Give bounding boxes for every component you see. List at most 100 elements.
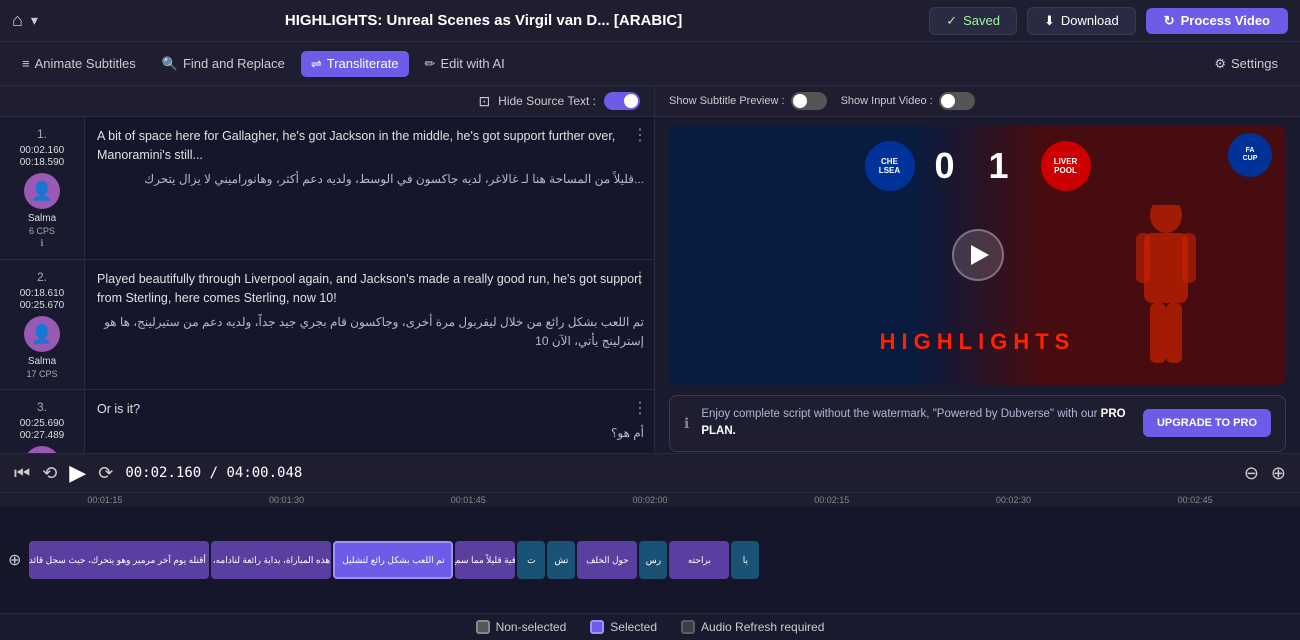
timeline-ruler: 00:01:15 00:01:30 00:01:45 00:02:00 00:0… [0,493,1300,507]
show-subtitle-preview-label: Show Subtitle Preview : [669,92,827,110]
saved-label: Saved [963,13,1000,28]
transliterate-label: Transliterate [327,56,399,71]
zoom-in-button[interactable]: ⊕ [1271,463,1286,484]
subtitle-time-end: 00:25.670 [20,300,65,311]
track-segment-selected[interactable]: تم اللعب بشكل رائع لتشليل [333,541,453,579]
download-icon: ⬇ [1044,13,1055,29]
animate-label: Animate Subtitles [35,56,136,71]
track-content: صوت في أقنله يوم آخر مرمير وهو يتحرك، حي… [29,541,1300,579]
subtitle-meta: 3. 00:25.690 00:27.489 👤 Salma 3 CPS [0,390,85,453]
process-video-button[interactable]: ↻ Process Video [1146,8,1288,34]
subtitle-arabic-text: تم اللعب بشكل رائع من خلال ليفربول مرة أ… [97,313,644,351]
subtitle-number: 3. [37,400,47,414]
subtitle-meta: 1. 00:02.160 00:18.590 👤 Salma 6 CPS ℹ [0,117,85,259]
input-video-toggle[interactable] [939,92,975,110]
avatar: 👤 [24,173,60,209]
home-button[interactable]: ⌂ [12,10,23,31]
track-segment[interactable]: هذه المباراة، بداية رائعة لنادامه، [211,541,331,579]
more-options-button[interactable]: ⋮ [632,398,648,418]
forward-button[interactable]: ⟳ [98,463,113,484]
play-pause-button[interactable]: ▶ [69,460,86,486]
process-label: Process Video [1181,13,1270,28]
edit-ai-button[interactable]: ✏ Edit with AI [415,51,515,77]
info-icon: ℹ [40,238,43,249]
expand-chevron-button[interactable]: ▾ [31,12,38,29]
ruler-mark: 00:02:30 [923,495,1105,505]
edit-ai-label: Edit with AI [440,56,504,71]
speaker-name: Salma [28,356,56,367]
play-button-large[interactable] [952,229,1004,281]
playback-bar: ⏮ ⟲ ▶ ⟳ 00:02.160 / 04:00.048 ⊖ ⊕ [0,454,1300,493]
subtitle-preview-toggle[interactable] [791,92,827,110]
audio-refresh-dot [681,620,695,634]
subtitle-number: 2. [37,270,47,284]
cps-badge: 17 CPS [26,369,57,379]
zoom-out-button[interactable]: ⊖ [1244,463,1259,484]
video-controls-bar: Show Subtitle Preview : Show Input Video… [655,86,1300,117]
track-segment[interactable]: حول الخلف [577,541,637,579]
subtitle-arabic-text: ...قليلاً من المساحة هنا لـ غالاغر، لديه… [97,170,644,189]
track-segment[interactable]: تش [547,541,575,579]
process-icon: ↻ [1164,13,1175,29]
speaker-name: Salma [28,213,56,224]
upgrade-text: Enjoy complete script without the waterm… [701,406,1131,441]
video-play-overlay [669,125,1286,385]
subtitle-time-end: 00:18.590 [20,157,65,168]
timeline-tracks: ⊕ صوت في أقنله يوم آخر مرمير وهو يتحرك، … [0,507,1300,613]
top-bar: ⌂ ▾ HIGHLIGHTS: Unreal Scenes as Virgil … [0,0,1300,42]
preview-area: CHELSEA 0 1 LIVERPOOL HIGHLIGHTS FACUP [655,117,1300,453]
show-input-video-label: Show Input Video : [841,92,975,110]
toolbar: ≡ Animate Subtitles 🔍 Find and Replace ⇌… [0,42,1300,86]
subtitles-list: 1. 00:02.160 00:18.590 👤 Salma 6 CPS ℹ ⋮… [0,117,654,453]
non-selected-dot [476,620,490,634]
hide-source-icon: ⊡ [478,93,490,110]
subtitle-content[interactable]: ⋮ Played beautifully through Liverpool a… [85,260,654,389]
skip-back-button[interactable]: ⏮ [14,463,30,484]
track-segment[interactable]: صوت في أقنله يوم آخر مرمير وهو يتحرك، حي… [29,541,209,579]
track-segment[interactable]: رس [639,541,667,579]
avatar: 👤 [24,316,60,352]
track-left-button[interactable]: ⊕ [0,550,29,570]
top-bar-actions: ✓ Saved ⬇ Download ↻ Process Video [929,7,1288,35]
timeline-section: ⏮ ⟲ ▶ ⟳ 00:02.160 / 04:00.048 ⊖ ⊕ 00:01:… [0,453,1300,613]
legend-audio-refresh: Audio Refresh required [681,620,824,634]
track-segment[interactable]: براحته [669,541,729,579]
legend-bar: Non-selected Selected Audio Refresh requ… [0,613,1300,640]
hide-source-toggle[interactable] [604,92,640,110]
rewind-button[interactable]: ⟲ [42,463,57,484]
subtitle-item: 1. 00:02.160 00:18.590 👤 Salma 6 CPS ℹ ⋮… [0,117,654,260]
search-icon: 🔍 [162,56,178,72]
settings-label: Settings [1231,56,1278,71]
subtitle-arabic-text: أم هو؟ [97,424,644,443]
upgrade-to-pro-button[interactable]: UPGRADE TO PRO [1143,409,1271,437]
animate-icon: ≡ [22,56,30,71]
subtitle-content[interactable]: ⋮ Or is it? أم هو؟ [85,390,654,453]
ruler-mark: 00:01:45 [377,495,559,505]
transliterate-button[interactable]: ⇌ Transliterate [301,51,409,77]
find-replace-button[interactable]: 🔍 Find and Replace [152,51,295,77]
subtitle-content[interactable]: ⋮ A bit of space here for Gallagher, he'… [85,117,654,259]
subtitle-time-start: 00:25.690 [20,418,65,429]
legend-selected: Selected [590,620,657,634]
track-segment[interactable]: يا [731,541,759,579]
upgrade-banner: ℹ Enjoy complete script without the wate… [669,395,1286,452]
ruler-mark: 00:02:15 [741,495,923,505]
subtitle-item: 3. 00:25.690 00:27.489 👤 Salma 3 CPS ⋮ O… [0,390,654,453]
track-segment[interactable]: ت [517,541,545,579]
time-display: 00:02.160 / 04:00.048 [125,465,302,481]
subtitle-time-end: 00:27.489 [20,430,65,441]
edit-icon: ✏ [425,56,436,72]
video-thumbnail: CHELSEA 0 1 LIVERPOOL HIGHLIGHTS FACUP [669,125,1286,385]
saved-button[interactable]: ✓ Saved [929,7,1017,35]
animate-subtitles-button[interactable]: ≡ Animate Subtitles [12,51,146,76]
more-options-button[interactable]: ⋮ [632,268,648,288]
track-segment[interactable]: الكرة طافية قليلاً مما سمع لتشليل [455,541,515,579]
video-panel: Show Subtitle Preview : Show Input Video… [655,86,1300,453]
transliterate-icon: ⇌ [311,56,322,72]
selected-dot [590,620,604,634]
more-options-button[interactable]: ⋮ [632,125,648,145]
settings-button[interactable]: ⚙ Settings [1204,51,1288,77]
download-button[interactable]: ⬇ Download [1027,7,1136,35]
main-content: ⊡ Hide Source Text : 1. 00:02.160 00:18.… [0,86,1300,453]
audio-refresh-label: Audio Refresh required [701,620,824,634]
